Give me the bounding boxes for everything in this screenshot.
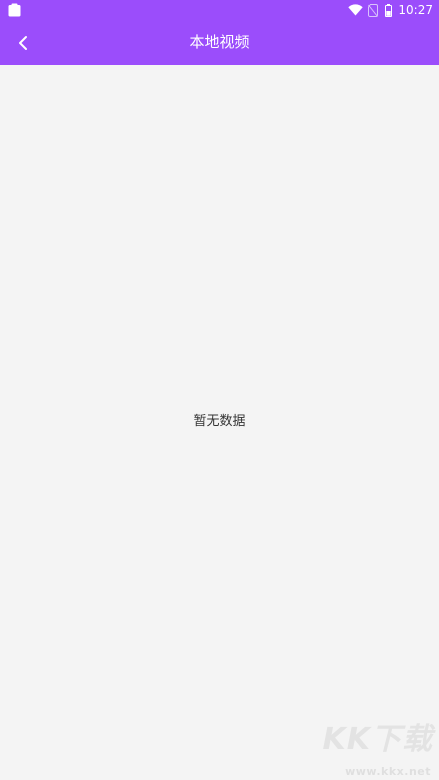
status-time: 10:27 [398,3,433,17]
app-notification-icon [8,3,21,17]
navigation-bar: 本地视频 [0,20,439,65]
wifi-icon [348,4,364,16]
battery-icon [385,3,393,17]
status-icons: 10:27 [348,2,433,18]
no-sim-icon [368,3,379,17]
app-header: 10:27 本地视频 [0,0,439,65]
watermark: KK下载 www.kkx.net [315,722,435,778]
status-bar: 10:27 [0,0,439,20]
watermark-logo: KK下载 [322,722,433,757]
empty-state-text: 暂无数据 [193,414,246,429]
chevron-left-icon [19,36,27,50]
watermark-url: www.kkx.net [345,765,431,778]
page-title: 本地视频 [189,33,250,51]
back-button[interactable] [8,28,38,58]
